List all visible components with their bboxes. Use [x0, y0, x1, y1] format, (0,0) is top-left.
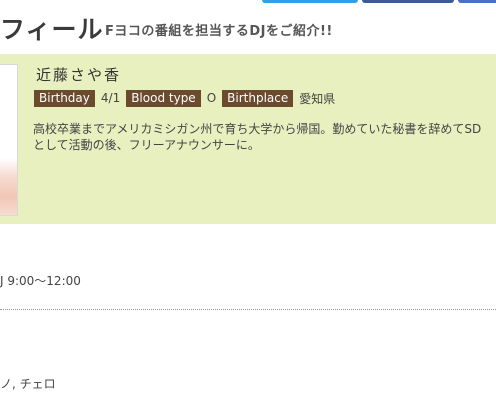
dj-name: 近藤さや香 [36, 66, 122, 84]
page: フィール Fヨコの番組を担当するDJをご紹介!! 近藤さや香 Birthday … [0, 0, 496, 400]
share-button[interactable] [458, 0, 496, 3]
twitter-share-button[interactable] [262, 0, 358, 3]
blood-type-label: Blood type [126, 89, 201, 107]
birthday-label: Birthday [34, 89, 95, 107]
facebook-share-button[interactable] [362, 0, 454, 3]
bio-line-2: として活動の後、フリーアナウンサーに。 [33, 138, 260, 152]
instruments-text: ノ, チェロ [0, 377, 56, 391]
photo-image [0, 65, 17, 215]
birthplace-label: Birthplace [222, 89, 294, 107]
birthplace-value: 愛知県 [299, 91, 336, 106]
divider [0, 309, 496, 310]
birthday-value: 4/1 [100, 91, 121, 105]
bio-line-1: 高校卒業までアメリカミシガン州で育ち大学から帰国。勤めていた秘書を辞めてSD [33, 122, 482, 136]
dj-info-row: Birthday 4/1 Blood type O Birthplace 愛知県 [34, 89, 341, 107]
page-title: フィール [0, 15, 104, 44]
dj-photo [0, 64, 18, 216]
program-time: J 9:00〜12:00 [0, 274, 81, 288]
page-subtitle: Fヨコの番組を担当するDJをご紹介!! [105, 24, 333, 39]
dj-profile-card: 近藤さや香 Birthday 4/1 Blood type O Birthpla… [0, 54, 496, 224]
dj-bio: 高校卒業までアメリカミシガン州で育ち大学から帰国。勤めていた秘書を辞めてSD と… [33, 121, 496, 153]
blood-type-value: O [206, 91, 217, 105]
